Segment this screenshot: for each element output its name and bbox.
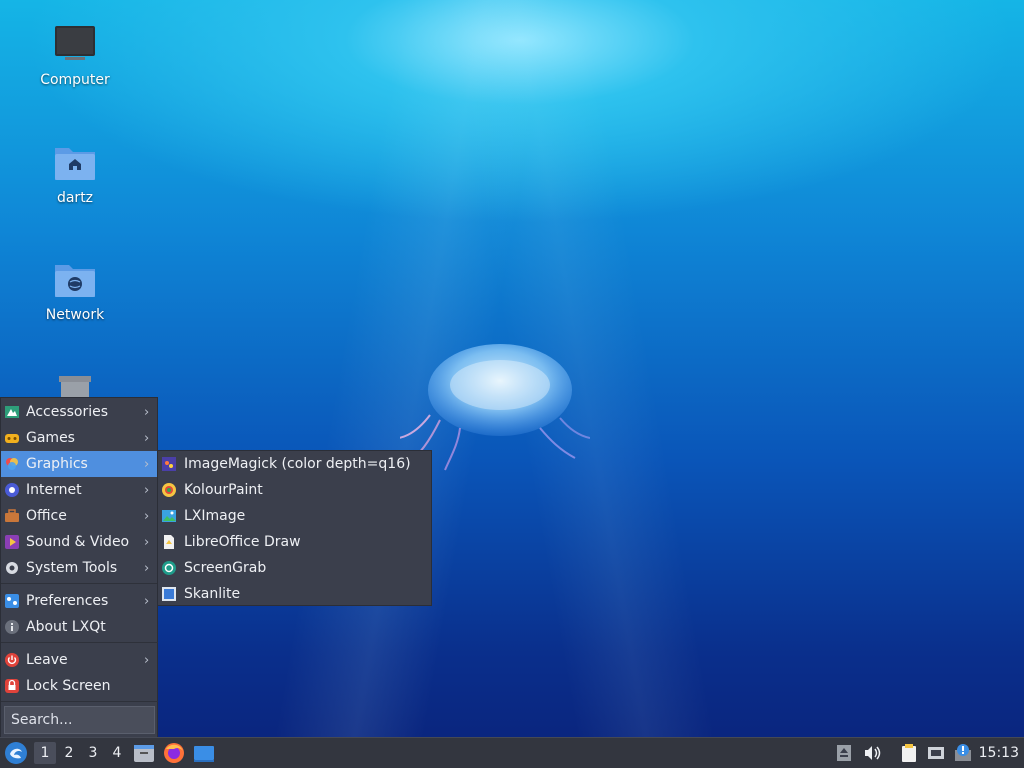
desktop-icon-label: dartz	[56, 190, 94, 206]
menu-separator	[1, 642, 158, 643]
libreoffice-draw-icon	[164, 535, 174, 549]
chevron-right-icon: ›	[144, 652, 150, 668]
chevron-right-icon: ›	[144, 404, 150, 420]
menu-item-label: Leave	[26, 652, 68, 668]
home-folder-icon	[55, 148, 95, 180]
lock-icon	[5, 679, 19, 693]
clipboard-icon[interactable]	[899, 743, 919, 763]
submenu-item-libreoffice-draw[interactable]: LibreOffice Draw	[158, 529, 432, 555]
desktop-icon-label: Network	[45, 307, 105, 323]
menu-item-label: Office	[26, 508, 67, 524]
submenu-item-imagemagick[interactable]: ImageMagick (color depth=q16)	[158, 451, 432, 477]
screengrab-icon	[162, 561, 176, 575]
desktop-icon-network[interactable]: Network	[20, 257, 130, 323]
computer-icon	[55, 26, 95, 60]
menu-separator	[1, 583, 158, 584]
menu-item-internet[interactable]: Internet ›	[1, 477, 158, 503]
show-desktop-icon[interactable]	[192, 741, 216, 765]
chevron-right-icon: ›	[144, 456, 150, 472]
menu-item-label: Preferences	[26, 593, 109, 609]
submenu-item-label: Skanlite	[184, 586, 241, 602]
chevron-right-icon: ›	[144, 508, 150, 524]
removable-media-icon[interactable]	[834, 743, 854, 763]
menu-item-label: Accessories	[26, 404, 109, 420]
menu-item-lock-screen[interactable]: Lock Screen	[1, 673, 158, 699]
sound-video-icon	[5, 535, 19, 549]
workspace-2-button[interactable]: 2	[58, 742, 80, 764]
menu-item-about-lxqt[interactable]: About LXQt	[1, 614, 158, 640]
desktop-icon-label: Computer	[40, 72, 110, 88]
submenu-item-label: LXImage	[184, 508, 246, 524]
menu-item-label: Graphics	[26, 456, 88, 472]
lxqt-start-menu-icon[interactable]	[4, 741, 28, 765]
chevron-right-icon: ›	[144, 482, 150, 498]
file-manager-icon[interactable]	[132, 741, 156, 765]
lximage-icon	[162, 510, 176, 522]
internet-icon	[5, 483, 19, 497]
menu-item-sound-video[interactable]: Sound & Video ›	[1, 529, 158, 555]
menu-item-preferences[interactable]: Preferences ›	[1, 588, 158, 614]
menu-separator	[1, 701, 158, 702]
menu-item-label: Internet	[26, 482, 82, 498]
imagemagick-icon	[162, 457, 176, 471]
clock[interactable]: 15:13	[979, 738, 1019, 768]
menu-item-label: Sound & Video	[26, 534, 130, 550]
power-icon	[5, 653, 19, 667]
menu-item-graphics[interactable]: Graphics ›	[1, 451, 158, 477]
network-folder-icon	[55, 265, 95, 297]
submenu-item-screengrab[interactable]: ScreenGrab	[158, 555, 432, 581]
menu-item-games[interactable]: Games ›	[1, 425, 158, 451]
menu-item-label: About LXQt	[26, 619, 106, 635]
office-icon	[5, 509, 19, 522]
menu-item-label: Lock Screen	[26, 678, 111, 694]
chevron-right-icon: ›	[144, 560, 150, 576]
submenu-item-label: ScreenGrab	[184, 560, 267, 576]
menu-item-label: System Tools	[26, 560, 118, 576]
submenu-item-label: ImageMagick (color depth=q16)	[184, 456, 411, 472]
firefox-icon[interactable]	[162, 741, 186, 765]
submenu-item-label: KolourPaint	[184, 482, 263, 498]
chevron-right-icon: ›	[144, 534, 150, 550]
menu-item-office[interactable]: Office ›	[1, 503, 158, 529]
menu-item-accessories[interactable]: Accessories ›	[1, 399, 158, 425]
submenu-item-lximage[interactable]: LXImage	[158, 503, 432, 529]
games-icon	[5, 434, 19, 443]
preferences-icon	[5, 594, 19, 608]
menu-item-leave[interactable]: Leave ›	[1, 647, 158, 673]
menu-item-label: Games	[26, 430, 75, 446]
kolourpaint-icon	[162, 483, 176, 497]
menu-item-system-tools[interactable]: System Tools ›	[1, 555, 158, 581]
info-icon	[5, 620, 19, 634]
update-notifier-icon[interactable]	[953, 743, 973, 763]
desktop-icon-home[interactable]: dartz	[20, 140, 130, 206]
workspace-3-button[interactable]: 3	[82, 742, 104, 764]
desktop-icon-computer[interactable]: Computer	[20, 22, 130, 88]
skanlite-icon	[162, 587, 176, 601]
workspace-4-button[interactable]: 4	[106, 742, 128, 764]
workspace-1-button[interactable]: 1	[34, 742, 56, 764]
graphics-submenu: ImageMagick (color depth=q16) KolourPain…	[157, 450, 432, 606]
search-input[interactable]: Search...	[4, 706, 155, 734]
chevron-right-icon: ›	[144, 430, 150, 446]
submenu-item-label: LibreOffice Draw	[184, 534, 301, 550]
submenu-item-kolourpaint[interactable]: KolourPaint	[158, 477, 432, 503]
submenu-item-skanlite[interactable]: Skanlite	[158, 581, 432, 607]
network-wired-icon[interactable]	[926, 743, 946, 763]
taskbar: 1 2 3 4 15:13	[0, 737, 1024, 768]
graphics-icon	[6, 458, 18, 470]
chevron-right-icon: ›	[144, 593, 150, 609]
accessories-icon	[5, 406, 19, 418]
system-tools-icon	[6, 562, 18, 574]
volume-icon[interactable]	[862, 743, 882, 763]
application-menu: Accessories › Games › Graphics › Interne…	[0, 397, 158, 738]
